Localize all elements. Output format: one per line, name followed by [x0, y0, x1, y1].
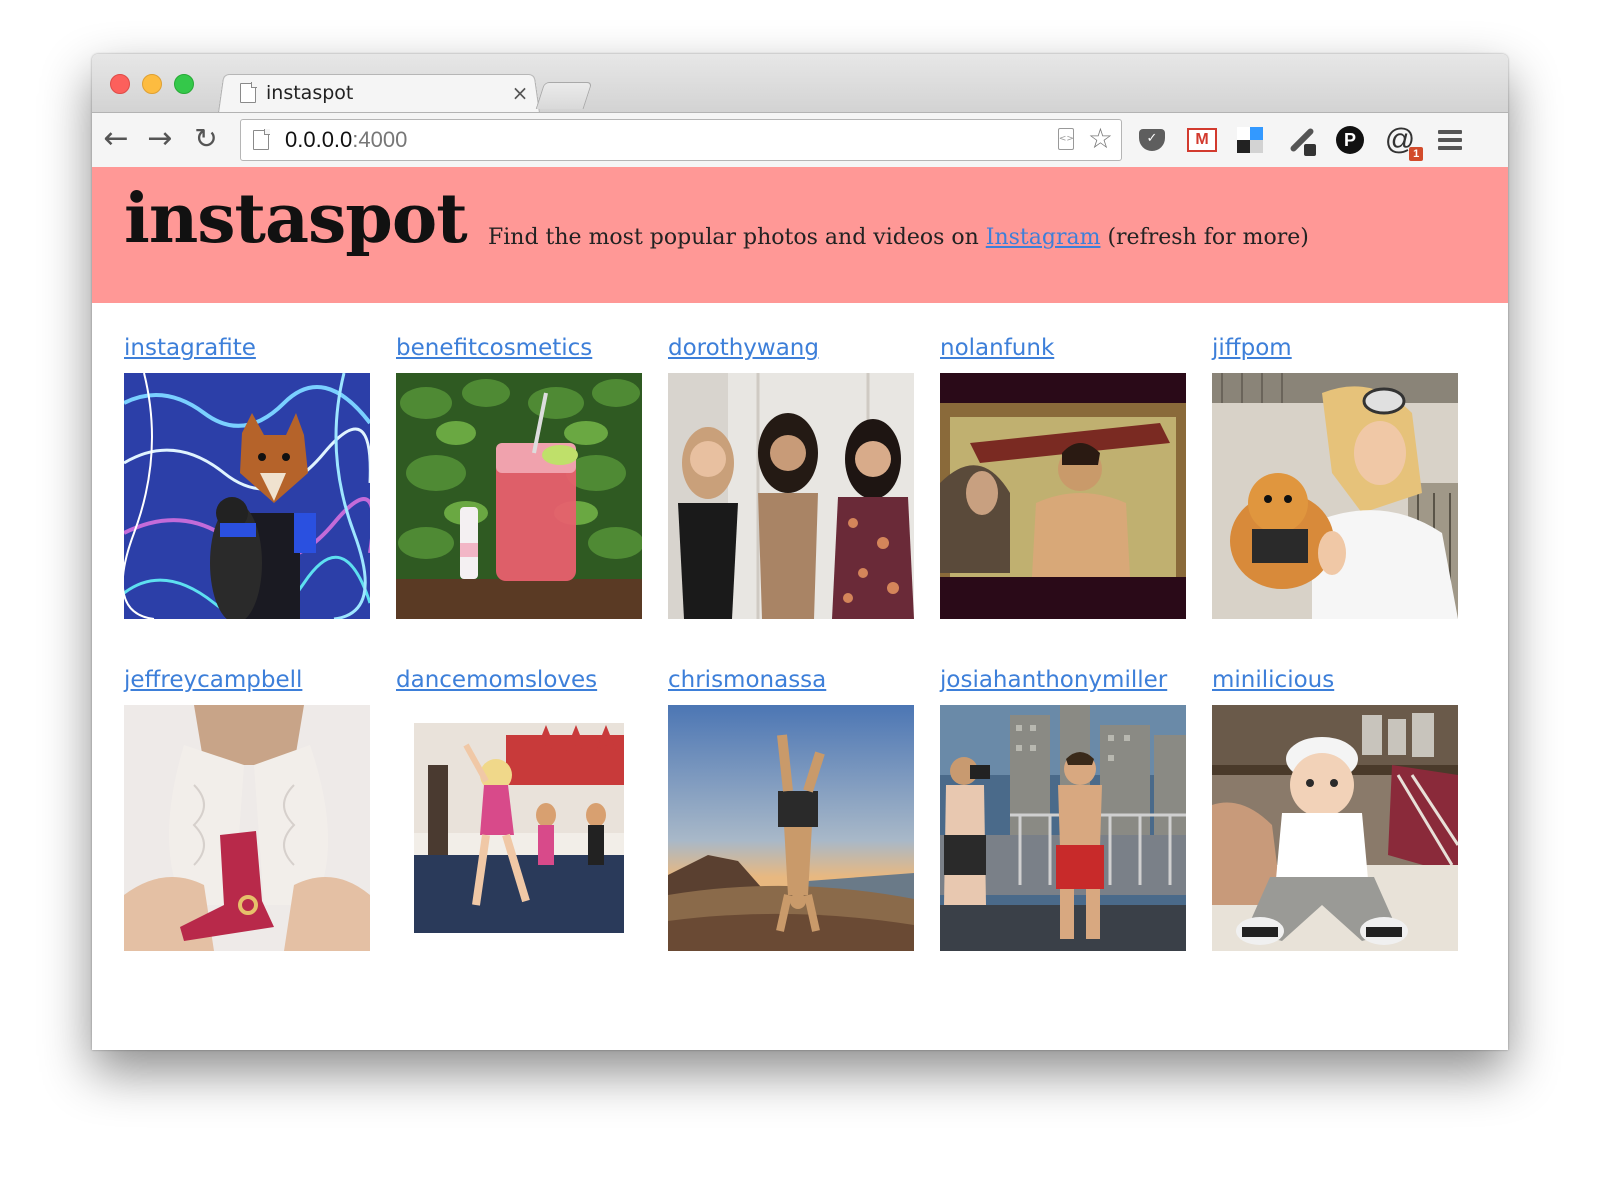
handstand-mountain-photo[interactable] [668, 705, 914, 951]
post-card: benefitcosmetics [396, 333, 642, 619]
username-link[interactable]: chrismonassa [668, 665, 914, 705]
baby-photo[interactable] [1212, 705, 1458, 951]
maximize-window-button[interactable] [174, 74, 194, 94]
toolbar: ← → ↻ 0.0.0.0:4000 <> ☆ ✓ M P @1 [92, 112, 1508, 168]
tab-close-icon[interactable]: × [510, 81, 530, 105]
menu-icon[interactable] [1432, 122, 1468, 158]
photo-grid: instagrafite benefitcosmetics dorothywan… [124, 333, 1458, 951]
tab-content[interactable]: instaspot × [240, 74, 530, 112]
post-card: instagrafite [124, 333, 370, 619]
username-link[interactable]: jiffpom [1212, 333, 1458, 373]
tagline-text: Find the most popular photos and videos … [488, 225, 986, 250]
browser-window: instaspot × ← → ↻ 0.0.0.0:4000 <> ☆ ✓ M … [92, 54, 1508, 1050]
username-link[interactable]: josiahanthonymiller [940, 665, 1186, 705]
woman-pomeranian-photo[interactable] [1212, 373, 1458, 619]
post-card: dancemomsloves [396, 665, 642, 951]
new-tab-button[interactable] [535, 82, 593, 109]
url-host: 0.0.0.0 [285, 127, 353, 152]
shirtless-man-car-photo[interactable] [940, 373, 1186, 619]
three-women-photo[interactable] [668, 373, 914, 619]
p-extension-icon[interactable]: P [1332, 122, 1368, 158]
reload-icon[interactable]: ↻ [188, 121, 224, 157]
post-card: chrismonassa [668, 665, 914, 951]
close-window-button[interactable] [110, 74, 130, 94]
instagram-link[interactable]: Instagram [986, 225, 1101, 250]
page-icon [253, 129, 270, 150]
rooftop-man-photo[interactable] [940, 705, 1186, 951]
username-link[interactable]: nolanfunk [940, 333, 1186, 373]
page-content: instaspot Find the most popular photos a… [92, 167, 1508, 1050]
post-card: josiahanthonymiller [940, 665, 1186, 951]
post-card: dorothywang [668, 333, 914, 619]
username-link[interactable]: dorothywang [668, 333, 914, 373]
eyedropper-extension-icon[interactable] [1284, 122, 1320, 158]
minimize-window-button[interactable] [142, 74, 162, 94]
tagline: Find the most popular photos and videos … [488, 225, 1309, 250]
username-link[interactable]: instagrafite [124, 333, 370, 373]
delicious-extension-icon[interactable] [1232, 122, 1268, 158]
gmail-extension-icon[interactable]: M [1184, 122, 1220, 158]
url-port: :4000 [352, 127, 408, 152]
username-link[interactable]: minilicious [1212, 665, 1458, 705]
pink-drink-photo[interactable] [396, 373, 642, 619]
dance-studio-photo[interactable] [396, 705, 642, 951]
page-source-icon[interactable]: <> [1057, 128, 1074, 150]
post-card: minilicious [1212, 665, 1458, 951]
red-boots-photo[interactable] [124, 705, 370, 951]
pocket-extension-icon[interactable]: ✓ [1134, 122, 1170, 158]
fox-mask-couple-photo[interactable] [124, 373, 370, 619]
back-arrow-icon[interactable]: ← [98, 121, 134, 157]
at-mail-extension-icon[interactable]: @1 [1382, 122, 1424, 161]
notification-badge: 1 [1409, 147, 1424, 161]
username-link[interactable]: jeffreycampbell [124, 665, 370, 705]
username-link[interactable]: dancemomsloves [396, 665, 642, 705]
tab-bar: instaspot × [92, 54, 1508, 113]
bookmark-star-icon[interactable]: ☆ [1088, 124, 1113, 154]
forward-arrow-icon[interactable]: → [142, 121, 178, 157]
username-link[interactable]: benefitcosmetics [396, 333, 642, 373]
post-card: jiffpom [1212, 333, 1458, 619]
address-bar[interactable]: 0.0.0.0:4000 <> ☆ [240, 119, 1122, 161]
tagline-suffix: (refresh for more) [1100, 225, 1309, 250]
tab-title: instaspot [266, 82, 354, 104]
site-header: instaspot Find the most popular photos a… [92, 167, 1508, 303]
page-icon [240, 82, 257, 103]
post-card: nolanfunk [940, 333, 1186, 619]
post-card: jeffreycampbell [124, 665, 370, 951]
site-title: instaspot [124, 179, 468, 259]
